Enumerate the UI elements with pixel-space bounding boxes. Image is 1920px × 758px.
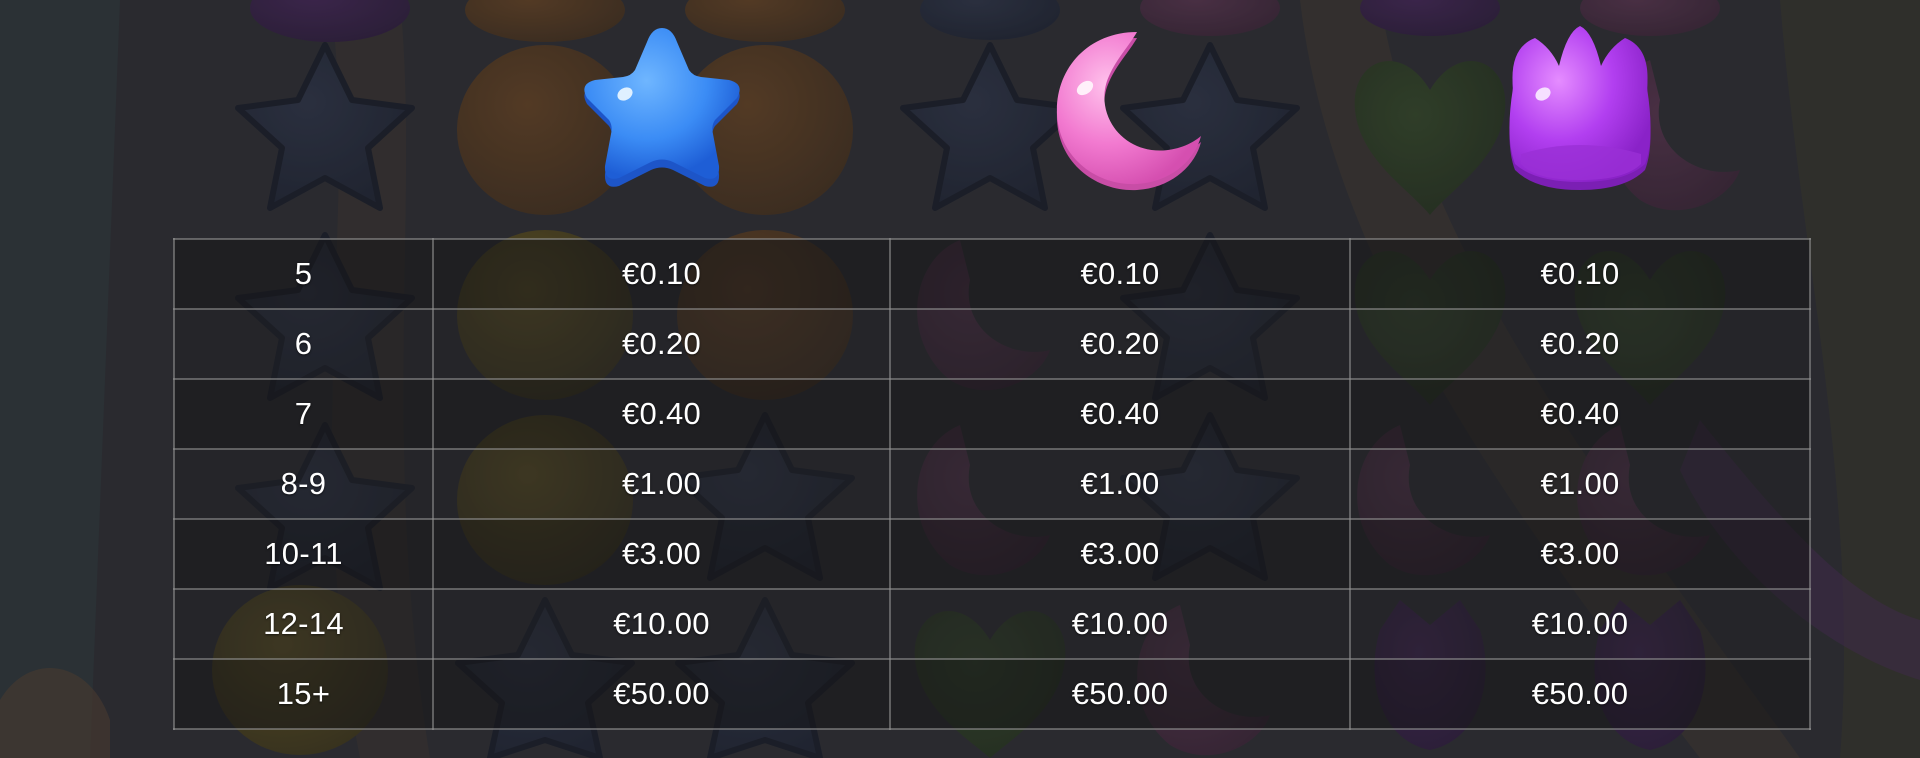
payout-blue-star: €3.00	[432, 518, 891, 590]
paytable-row: 6 €0.20 €0.20 €0.20	[173, 308, 1811, 380]
payout-blue-star: €0.20	[432, 308, 891, 380]
paytable-row: 12-14 €10.00 €10.00 €10.00	[173, 588, 1811, 660]
payout-purple-tulip: €1.00	[1349, 448, 1811, 520]
payout-pink-moon: €1.00	[889, 448, 1351, 520]
payout-pink-moon: €3.00	[889, 518, 1351, 590]
payout-pink-moon: €0.10	[889, 238, 1351, 310]
payout-purple-tulip: €3.00	[1349, 518, 1811, 590]
payout-purple-tulip: €0.10	[1349, 238, 1811, 310]
match-count: 7	[173, 378, 434, 450]
payout-purple-tulip: €0.20	[1349, 308, 1811, 380]
paytable: 5 €0.10 €0.10 €0.10 6 €0.20 €0.20 €0.20 …	[173, 238, 1811, 730]
match-count: 10-11	[173, 518, 434, 590]
blue-star-candy-icon	[577, 24, 747, 196]
match-count: 12-14	[173, 588, 434, 660]
payout-purple-tulip: €50.00	[1349, 658, 1811, 730]
purple-tulip-candy-icon	[1495, 24, 1665, 196]
paytable-row: 15+ €50.00 €50.00 €50.00	[173, 658, 1811, 730]
payout-pink-moon: €50.00	[889, 658, 1351, 730]
paytable-row: 8-9 €1.00 €1.00 €1.00	[173, 448, 1811, 520]
match-count: 15+	[173, 658, 434, 730]
payout-blue-star: €0.40	[432, 378, 891, 450]
payout-pink-moon: €0.20	[889, 308, 1351, 380]
match-count: 6	[173, 308, 434, 380]
payout-purple-tulip: €0.40	[1349, 378, 1811, 450]
match-count: 8-9	[173, 448, 434, 520]
match-count: 5	[173, 238, 434, 310]
payout-purple-tulip: €10.00	[1349, 588, 1811, 660]
payout-pink-moon: €0.40	[889, 378, 1351, 450]
payout-blue-star: €50.00	[432, 658, 891, 730]
payout-pink-moon: €10.00	[889, 588, 1351, 660]
paytable-row: 7 €0.40 €0.40 €0.40	[173, 378, 1811, 450]
payout-blue-star: €1.00	[432, 448, 891, 520]
pink-moon-candy-icon	[1037, 24, 1207, 196]
payout-blue-star: €0.10	[432, 238, 891, 310]
paytable-row: 10-11 €3.00 €3.00 €3.00	[173, 518, 1811, 590]
paytable-row: 5 €0.10 €0.10 €0.10	[173, 238, 1811, 310]
payout-blue-star: €10.00	[432, 588, 891, 660]
